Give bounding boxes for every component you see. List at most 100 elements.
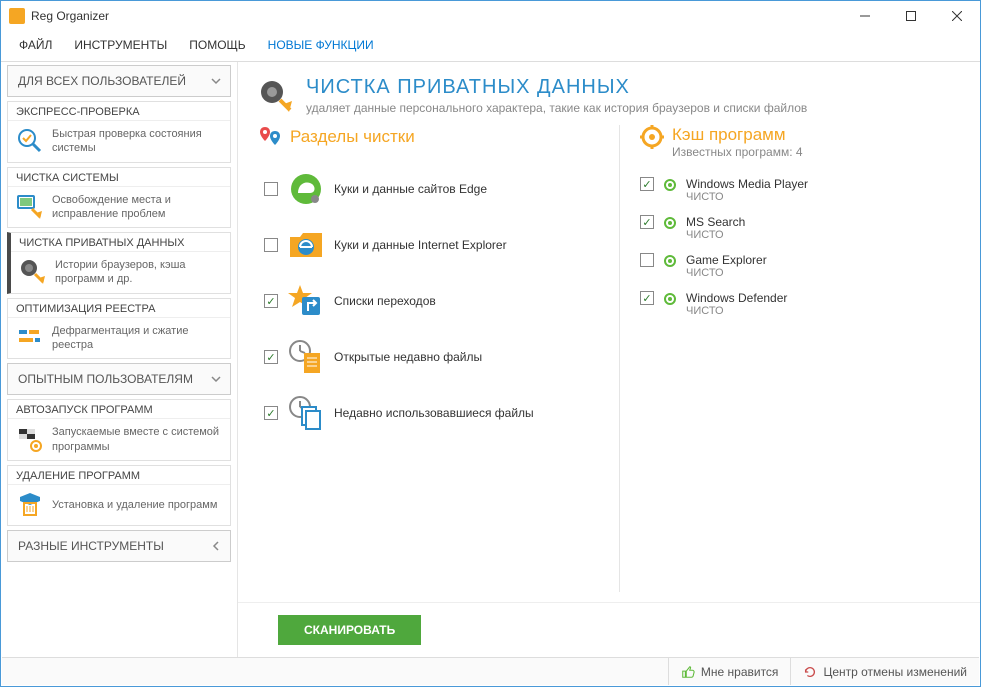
sidebar-item-uninstall[interactable]: УДАЛЕНИЕ ПРОГРАММ Установка и удаление п… [7,465,231,526]
sidebar-item-desc: Дефрагментация и сжатие реестра [52,324,222,353]
sidebar-section-label: ДЛЯ ВСЕХ ПОЛЬЗОВАТЕЛЕЙ [18,74,186,88]
window-title: Reg Organizer [31,9,842,23]
clean-row-jumplists: Списки переходов [258,273,607,329]
clean-row-edge: Куки и данные сайтов Edge [258,161,607,217]
maximize-button[interactable] [888,1,934,31]
checkbox-game-explorer[interactable] [640,253,654,267]
sidebar-item-desc: Освобождение места и исправление проблем [52,193,222,222]
cleaning-title: Разделы чистки [290,127,415,147]
page-title: ЧИСТКА ПРИВАТНЫХ ДАННЫХ [306,76,807,99]
undo-icon [803,665,817,679]
sidebar-item-head: АВТОЗАПУСК ПРОГРАММ [8,400,230,419]
page-header: ЧИСТКА ПРИВАТНЫХ ДАННЫХ удаляет данные п… [238,62,980,125]
like-button[interactable]: Мне нравится [668,658,791,685]
checkbox-recent[interactable] [264,350,278,364]
clean-label: Открытые недавно файлы [334,350,482,364]
cache-title: Кэш программ [672,125,803,145]
chevron-left-icon [210,540,222,552]
gear-small-icon [662,291,678,307]
menubar: ФАЙЛ ИНСТРУМЕНТЫ ПОМОЩЬ НОВЫЕ ФУНКЦИИ [1,31,980,62]
clean-label: Списки переходов [334,294,436,308]
cache-name: MS Search [686,215,745,229]
gear-small-icon [662,177,678,193]
sidebar-item-head: ЧИСТКА ПРИВАТНЫХ ДАННЫХ [11,233,230,252]
like-label: Мне нравится [701,665,779,679]
sidebar-section-label: ОПЫТНЫМ ПОЛЬЗОВАТЕЛЯМ [18,372,193,386]
minimize-button[interactable] [842,1,888,31]
ie-folder-icon [288,227,324,263]
sidebar-item-express-check[interactable]: ЭКСПРЕСС-ПРОВЕРКА Быстрая проверка состо… [7,101,231,163]
defrag-icon [16,324,44,352]
cache-status: ЧИСТО [686,229,745,241]
gear-small-icon [662,253,678,269]
sidebar-item-system-clean[interactable]: ЧИСТКА СИСТЕМЫ Освобождение места и испр… [7,167,231,229]
menu-tools[interactable]: ИНСТРУМЕНТЫ [64,35,177,55]
clean-row-mru: Недавно использовавшиеся файлы [258,385,607,441]
monitor-broom-icon [16,193,44,221]
cache-name: Game Explorer [686,253,767,267]
sidebar-item-registry-optim[interactable]: ОПТИМИЗАЦИЯ РЕЕСТРА Дефрагментация и сжа… [7,298,231,360]
sidebar-item-private-clean[interactable]: ЧИСТКА ПРИВАТНЫХ ДАННЫХ Истории браузеро… [7,232,231,294]
clock-doc-icon [288,339,324,375]
cache-status: ЧИСТО [686,305,787,317]
sidebar-item-head: УДАЛЕНИЕ ПРОГРАММ [8,466,230,485]
cache-name: Windows Defender [686,291,787,305]
cache-row-wmp: Windows Media Player ЧИСТО [640,171,960,209]
app-icon [9,8,25,24]
undo-center-button[interactable]: Центр отмены изменений [790,658,979,685]
check-magnifier-icon [16,127,44,155]
cache-subtitle: Известных программ: 4 [672,145,803,159]
close-button[interactable] [934,1,980,31]
sidebar-item-head: ЧИСТКА СИСТЕМЫ [8,168,230,187]
cache-name: Windows Media Player [686,177,808,191]
sidebar-section-all-users[interactable]: ДЛЯ ВСЕХ ПОЛЬЗОВАТЕЛЕЙ [7,65,231,97]
clean-row-recent: Открытые недавно файлы [258,329,607,385]
titlebar: Reg Organizer [1,1,980,31]
cache-status: ЧИСТО [686,267,767,279]
scan-button[interactable]: СКАНИРОВАТЬ [278,615,421,645]
scan-bar: СКАНИРОВАТЬ [238,602,980,665]
program-cache-column: Кэш программ Известных программ: 4 Windo… [620,125,960,592]
statusbar: Мне нравится Центр отмены изменений [2,657,979,685]
checkbox-jumplists[interactable] [264,294,278,308]
cache-row-defender: Windows Defender ЧИСТО [640,285,960,323]
sidebar-item-desc: Быстрая проверка состояния системы [52,127,222,156]
checkbox-edge[interactable] [264,182,278,196]
sidebar-item-startup[interactable]: АВТОЗАПУСК ПРОГРАММ Запускаемые вместе с… [7,399,231,461]
undo-label: Центр отмены изменений [823,665,967,679]
sidebar-section-label: РАЗНЫЕ ИНСТРУМЕНТЫ [18,539,164,553]
edge-icon [288,171,324,207]
checkbox-ie[interactable] [264,238,278,252]
checkbox-mru[interactable] [264,406,278,420]
sidebar-item-desc: Установка и удаление программ [52,498,217,512]
gear-small-icon [662,215,678,231]
clean-label: Куки и данные Internet Explorer [334,238,507,252]
chevron-down-icon [210,75,222,87]
menu-help[interactable]: ПОМОЩЬ [179,35,255,55]
sidebar: ДЛЯ ВСЕХ ПОЛЬЗОВАТЕЛЕЙ ЭКСПРЕСС-ПРОВЕРКА… [1,62,238,665]
cache-status: ЧИСТО [686,191,808,203]
map-pins-icon [258,125,282,149]
checkbox-wmp[interactable] [640,177,654,191]
main-content: ЧИСТКА ПРИВАТНЫХ ДАННЫХ удаляет данные п… [238,62,980,665]
clean-row-ie: Куки и данные Internet Explorer [258,217,607,273]
checkbox-search[interactable] [640,215,654,229]
sidebar-section-misc[interactable]: РАЗНЫЕ ИНСТРУМЕНТЫ [7,530,231,562]
star-jumplist-icon [288,283,324,319]
cache-row-game-explorer: Game Explorer ЧИСТО [640,247,960,285]
checkbox-defender[interactable] [640,291,654,305]
sidebar-item-head: ЭКСПРЕСС-ПРОВЕРКА [8,102,230,121]
sidebar-section-advanced[interactable]: ОПЫТНЫМ ПОЛЬЗОВАТЕЛЯМ [7,363,231,395]
sidebar-item-head: ОПТИМИЗАЦИЯ РЕЕСТРА [8,299,230,318]
menu-new-features[interactable]: НОВЫЕ ФУНКЦИИ [258,35,384,55]
flag-gear-icon [16,426,44,454]
privacy-broom-icon [258,78,294,114]
cache-row-search: MS Search ЧИСТО [640,209,960,247]
chevron-down-icon [210,373,222,385]
clean-label: Куки и данные сайтов Edge [334,182,487,196]
menu-file[interactable]: ФАЙЛ [9,35,62,55]
sidebar-item-desc: Запускаемые вместе с системой программы [52,425,222,454]
privacy-broom-icon [19,258,47,286]
thumbs-up-icon [681,665,695,679]
gear-icon [640,125,664,149]
